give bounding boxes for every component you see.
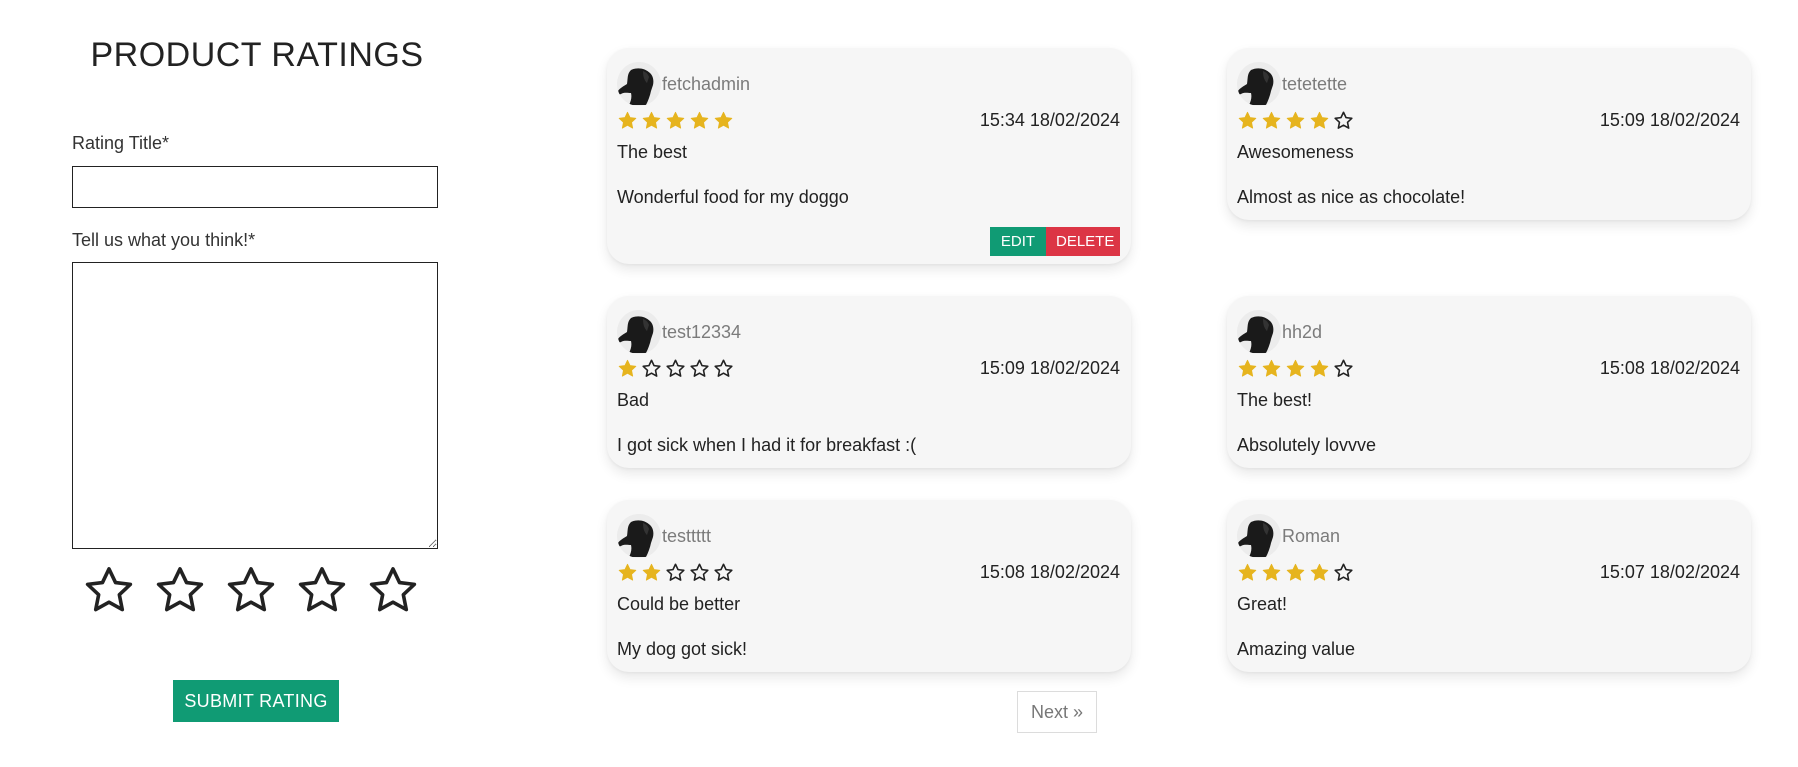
rating-form: PRODUCT RATINGS Rating Title* Tell us wh… bbox=[72, 30, 442, 722]
review-username: hh2d bbox=[1282, 321, 1323, 342]
star-filled-icon bbox=[1262, 359, 1281, 377]
review-card: hh2d 15:08 18/02/2024 The best! Absolute… bbox=[1227, 296, 1751, 468]
dog-avatar-icon bbox=[617, 514, 661, 558]
star-filled-icon bbox=[618, 359, 637, 377]
review-title: Awesomeness bbox=[1237, 142, 1354, 162]
review-card: Roman 15:07 18/02/2024 Great! Amazing va… bbox=[1227, 500, 1751, 672]
star-filled-icon bbox=[1238, 359, 1257, 377]
star-outline-icon bbox=[666, 563, 685, 581]
star-filled-icon bbox=[1238, 563, 1257, 581]
dog-avatar-icon bbox=[617, 310, 661, 354]
rating-title-input[interactable] bbox=[72, 166, 438, 208]
dog-avatar-icon bbox=[1237, 514, 1281, 558]
star-outline-icon[interactable] bbox=[82, 563, 136, 617]
star-filled-icon bbox=[1286, 359, 1305, 377]
review-author: tetetette bbox=[1237, 62, 1347, 106]
star-outline-icon bbox=[1334, 111, 1353, 129]
star-outline-icon bbox=[714, 359, 733, 377]
review-body-textarea[interactable] bbox=[72, 262, 438, 549]
star-filled-icon bbox=[690, 111, 709, 129]
star-filled-icon bbox=[1262, 563, 1281, 581]
star-filled-icon bbox=[1238, 111, 1257, 129]
review-stars bbox=[1237, 110, 1354, 131]
review-timestamp: 15:34 18/02/2024 bbox=[979, 110, 1120, 130]
star-filled-icon bbox=[714, 111, 733, 129]
star-filled-icon bbox=[1310, 359, 1329, 377]
delete-review-button[interactable]: DELETE bbox=[1046, 227, 1120, 256]
review-stars bbox=[617, 358, 734, 379]
review-stars bbox=[617, 562, 734, 583]
star-filled-icon bbox=[642, 563, 661, 581]
star-filled-icon bbox=[618, 563, 637, 581]
star-filled-icon bbox=[1262, 111, 1281, 129]
review-card: tetetette 15:09 18/02/2024 Awesomeness A… bbox=[1227, 48, 1751, 220]
submit-rating-button[interactable]: SUBMIT RATING bbox=[173, 680, 339, 722]
review-username: testtttt bbox=[662, 525, 712, 546]
review-username: tetetette bbox=[1282, 73, 1348, 94]
star-filled-icon bbox=[666, 111, 685, 129]
star-outline-icon bbox=[1334, 563, 1353, 581]
review-title: The best bbox=[617, 142, 688, 162]
star-outline-icon[interactable] bbox=[295, 563, 349, 617]
dog-avatar-icon bbox=[1237, 62, 1281, 106]
review-username: Roman bbox=[1282, 525, 1341, 546]
review-title: Could be better bbox=[617, 594, 741, 614]
review-body: I got sick when I had it for breakfast :… bbox=[617, 435, 917, 455]
review-stars bbox=[1237, 562, 1354, 583]
review-author: test12334 bbox=[617, 310, 741, 354]
review-username: test12334 bbox=[662, 321, 742, 342]
star-filled-icon bbox=[1310, 563, 1329, 581]
star-outline-icon[interactable] bbox=[153, 563, 207, 617]
review-username: fetchadmin bbox=[662, 73, 751, 94]
review-timestamp: 15:09 18/02/2024 bbox=[979, 358, 1120, 378]
star-filled-icon bbox=[1286, 111, 1305, 129]
review-author: Roman bbox=[1237, 514, 1340, 558]
star-outline-icon bbox=[666, 359, 685, 377]
star-outline-icon bbox=[690, 359, 709, 377]
review-body: Absolutely lovvve bbox=[1237, 435, 1377, 455]
review-timestamp: 15:08 18/02/2024 bbox=[979, 562, 1120, 582]
page-title: PRODUCT RATINGS bbox=[90, 36, 424, 74]
star-outline-icon[interactable] bbox=[224, 563, 278, 617]
review-title: The best! bbox=[1237, 390, 1313, 410]
star-outline-icon[interactable] bbox=[366, 563, 420, 617]
review-author: hh2d bbox=[1237, 310, 1322, 354]
review-card: test12334 15:09 18/02/2024 Bad I got sic… bbox=[607, 296, 1131, 468]
star-filled-icon bbox=[642, 111, 661, 129]
review-card: testtttt 15:08 18/02/2024 Could be bette… bbox=[607, 500, 1131, 672]
review-body: My dog got sick! bbox=[617, 639, 748, 659]
review-actions: EDIT DELETE bbox=[990, 227, 1120, 256]
review-timestamp: 15:08 18/02/2024 bbox=[1599, 358, 1740, 378]
review-author: fetchadmin bbox=[617, 62, 750, 106]
star-outline-icon bbox=[1334, 359, 1353, 377]
review-stars bbox=[617, 110, 734, 131]
review-title: Great! bbox=[1237, 594, 1288, 614]
review-card: fetchadmin 15:34 18/02/2024 The best Won… bbox=[607, 48, 1131, 264]
star-outline-icon bbox=[690, 563, 709, 581]
review-body: Almost as nice as chocolate! bbox=[1237, 187, 1466, 207]
review-author: testtttt bbox=[617, 514, 711, 558]
review-body: Wonderful food for my doggo bbox=[617, 187, 849, 207]
review-timestamp: 15:09 18/02/2024 bbox=[1599, 110, 1740, 130]
review-timestamp: 15:07 18/02/2024 bbox=[1599, 562, 1740, 582]
star-outline-icon bbox=[642, 359, 661, 377]
pagination-next-button[interactable]: Next » bbox=[1017, 691, 1097, 733]
star-filled-icon bbox=[1286, 563, 1305, 581]
star-filled-icon bbox=[618, 111, 637, 129]
review-stars bbox=[1237, 358, 1354, 379]
review-body-label: Tell us what you think!* bbox=[72, 230, 256, 250]
star-rating-picker bbox=[82, 563, 420, 617]
rating-title-label: Rating Title* bbox=[72, 133, 170, 153]
edit-review-button[interactable]: EDIT bbox=[990, 227, 1046, 256]
review-body: Amazing value bbox=[1237, 639, 1356, 659]
dog-avatar-icon bbox=[617, 62, 661, 106]
star-filled-icon bbox=[1310, 111, 1329, 129]
review-title: Bad bbox=[617, 390, 650, 410]
star-outline-icon bbox=[714, 563, 733, 581]
dog-avatar-icon bbox=[1237, 310, 1281, 354]
